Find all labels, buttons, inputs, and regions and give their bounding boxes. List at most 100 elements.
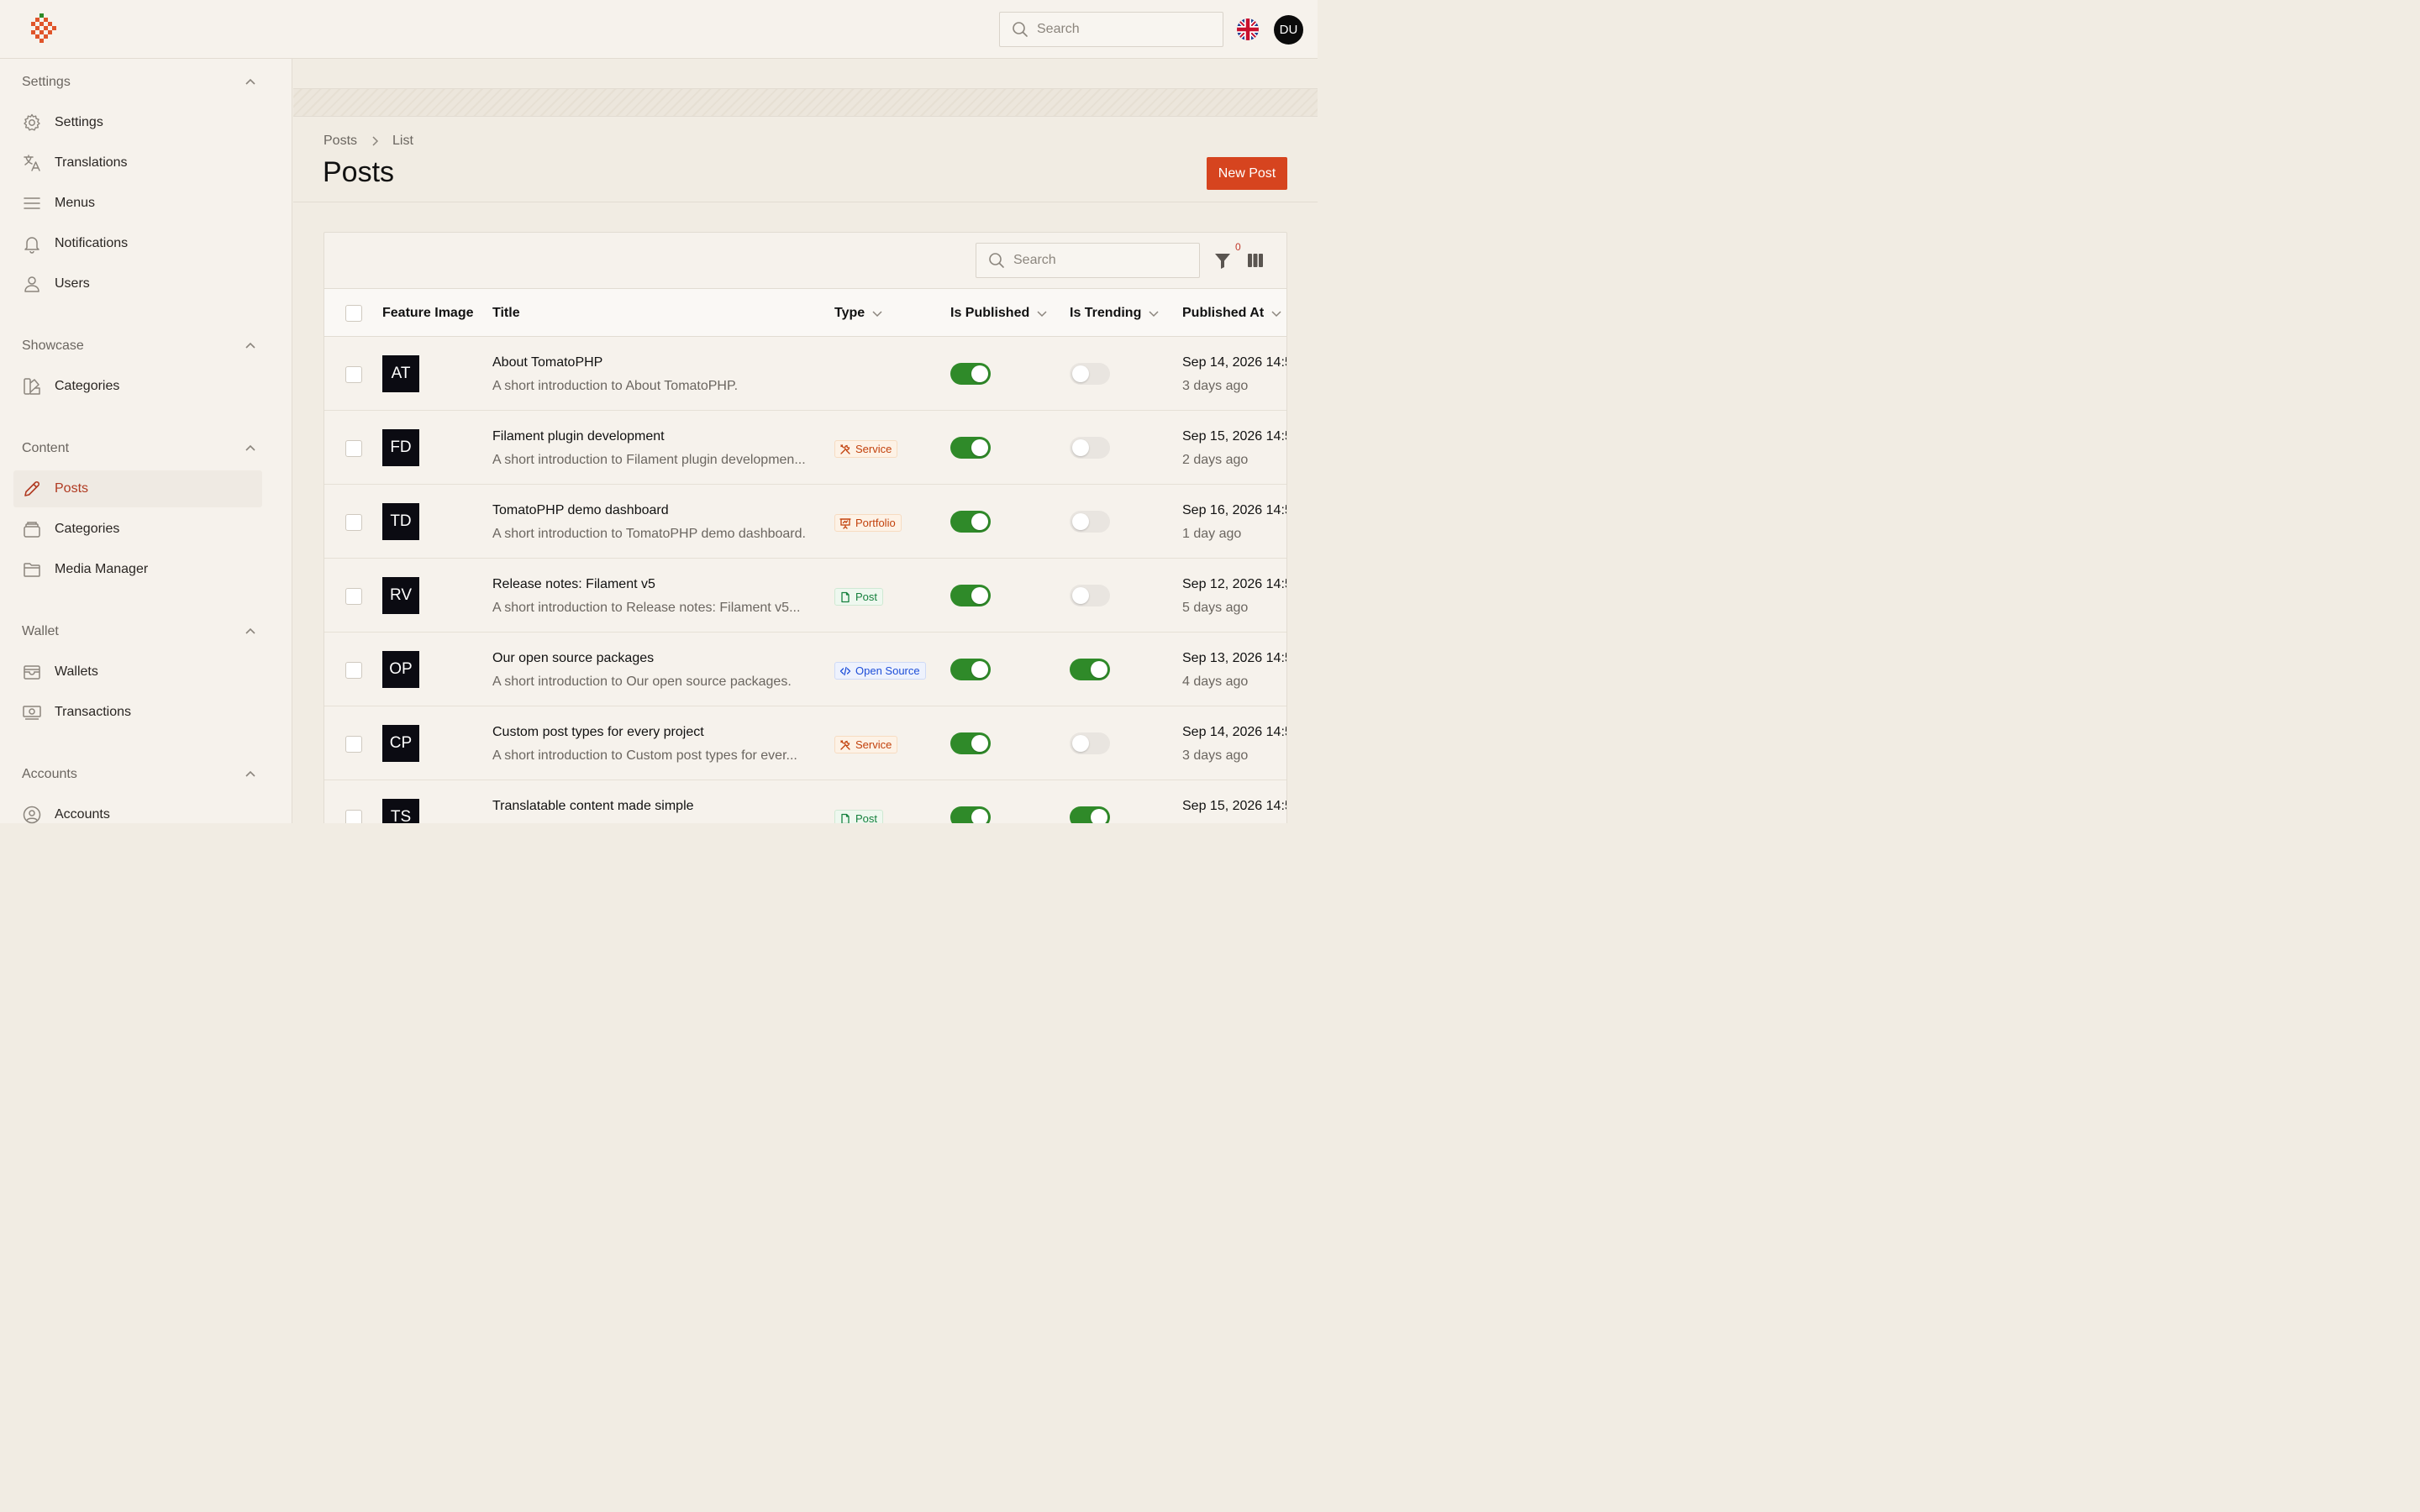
sidebar-item-wallets[interactable]: Wallets [13, 654, 262, 690]
global-search-input[interactable]: Search [999, 12, 1223, 47]
post-title[interactable]: Translatable content made simple [492, 799, 694, 814]
sidebar-group-label: Wallet [22, 624, 59, 638]
toggle-knob [971, 735, 988, 752]
table-row[interactable]: FD Filament plugin development A short int… [324, 411, 1286, 485]
sidebar-group-wallet[interactable]: Wallet [22, 622, 257, 642]
banknote-icon [23, 706, 41, 720]
row-checkbox[interactable] [345, 662, 362, 679]
table-row[interactable]: OP Our open source packages A short introd… [324, 633, 1287, 706]
is-published-toggle[interactable] [950, 511, 991, 533]
is-trending-toggle[interactable] [1070, 511, 1110, 533]
topbar: Search DU [0, 0, 1318, 59]
sidebar-item-settings[interactable]: Settings [13, 104, 262, 141]
is-trending-toggle[interactable] [1070, 806, 1110, 823]
chevron-up-icon[interactable] [244, 76, 257, 89]
chevron-up-icon[interactable] [244, 442, 257, 455]
published-at-relative: 1 day ago [1182, 527, 1242, 541]
row-checkbox[interactable] [345, 736, 362, 753]
table-row[interactable]: TD TomatoPHP demo dashboard A short introd… [324, 485, 1286, 559]
sidebar-item-notifications[interactable]: Notifications [13, 225, 262, 262]
sidebar-item-users[interactable]: Users [13, 265, 262, 302]
filter-count-badge: 0 [1235, 241, 1241, 253]
row-checkbox[interactable] [345, 588, 362, 605]
menu-lines-icon [24, 197, 40, 209]
post-title[interactable]: About TomatoPHP [492, 355, 602, 370]
is-trending-toggle[interactable] [1070, 732, 1110, 754]
toggle-knob [1072, 587, 1089, 604]
is-trending-toggle[interactable] [1070, 437, 1110, 459]
sidebar-group-accounts[interactable]: Accounts [22, 764, 257, 785]
sidebar-group-content[interactable]: Content [22, 438, 257, 459]
sidebar-item-label: Media Manager [55, 562, 149, 576]
is-published-toggle[interactable] [950, 732, 991, 754]
is-published-toggle[interactable] [950, 363, 991, 385]
row-checkbox[interactable] [345, 514, 362, 531]
toggle-knob [1091, 661, 1107, 678]
table-row[interactable]: RV Release notes: Filament v5 A short intr… [324, 559, 1286, 633]
sidebar-item-posts[interactable]: Posts [13, 470, 262, 507]
new-post-button[interactable]: New Post [1207, 157, 1287, 190]
is-published-toggle[interactable] [950, 659, 991, 680]
column-header-published-at[interactable]: Published At [1182, 306, 1282, 321]
row-checkbox[interactable] [345, 366, 362, 383]
chevron-up-icon[interactable] [244, 339, 257, 353]
row-checkbox[interactable] [345, 440, 362, 457]
sidebar-item-menus[interactable]: Menus [13, 185, 262, 222]
published-at-relative: 4 days ago [1182, 675, 1249, 689]
table-search-input[interactable]: Search [976, 243, 1200, 278]
sidebar-item-translations[interactable]: Translations [13, 144, 262, 181]
columns-toggle-icon[interactable] [1246, 251, 1265, 270]
user-avatar[interactable]: DU [1274, 15, 1303, 45]
table-row[interactable]: TS Translatable content made simple Post Se… [324, 780, 1286, 823]
published-at-date: Sep 13, 2026 14:5 [1182, 651, 1287, 665]
post-subtitle: A short introduction to Release notes: F… [492, 601, 801, 615]
cog-icon [24, 113, 40, 131]
breadcrumb-posts-link[interactable]: Posts [324, 134, 357, 149]
sidebar: Settings Settings Translations Menus Not… [0, 59, 292, 824]
page-title: Posts [323, 156, 395, 188]
sidebar-item-accounts[interactable]: Accounts [13, 796, 262, 833]
post-title[interactable]: Release notes: Filament v5 [492, 577, 655, 592]
column-header-type[interactable]: Type [834, 306, 883, 321]
is-published-toggle[interactable] [950, 585, 991, 606]
sidebar-item-label: Notifications [55, 236, 129, 250]
table-search-placeholder: Search [1013, 253, 1056, 267]
user-circle-icon [23, 806, 41, 824]
chevron-down-icon [872, 311, 882, 318]
language-switch-icon[interactable] [1237, 18, 1259, 40]
sidebar-item-content-categories[interactable]: Categories [13, 511, 262, 548]
is-trending-toggle[interactable] [1070, 585, 1110, 606]
post-title[interactable]: Our open source packages [492, 651, 654, 666]
column-header-is-trending[interactable]: Is Trending [1070, 306, 1160, 321]
sidebar-group-label: Content [22, 441, 70, 455]
chevron-up-icon[interactable] [244, 625, 257, 638]
feature-image-thumbnail: TS [382, 799, 419, 823]
select-all-checkbox[interactable] [345, 305, 362, 322]
sidebar-group-settings[interactable]: Settings [22, 72, 257, 92]
table-row[interactable]: AT About TomatoPHP A short introduction to… [324, 337, 1286, 411]
chevron-up-icon[interactable] [244, 768, 257, 781]
row-checkbox[interactable] [345, 810, 362, 823]
sidebar-group-showcase[interactable]: Showcase [22, 336, 257, 356]
table-row[interactable]: CP Custom post types for every project A s… [324, 706, 1286, 780]
sidebar-item-showcase-categories[interactable]: Categories [13, 368, 262, 405]
is-trending-toggle[interactable] [1070, 659, 1110, 680]
is-published-toggle[interactable] [950, 437, 991, 459]
column-header-is-published[interactable]: Is Published [950, 306, 1048, 321]
chevron-down-icon [1149, 311, 1159, 318]
filter-icon[interactable] [1213, 251, 1232, 270]
bell-icon [24, 237, 39, 254]
post-subtitle: A short introduction to TomatoPHP demo d… [492, 527, 806, 541]
post-title[interactable]: Filament plugin development [492, 429, 665, 444]
feature-image-thumbnail: FD [382, 429, 419, 466]
post-title[interactable]: Custom post types for every project [492, 725, 704, 740]
sidebar-item-transactions[interactable]: Transactions [13, 694, 262, 731]
chevron-right-icon [372, 136, 379, 146]
type-badge: Post [834, 810, 884, 823]
sidebar-item-media-manager[interactable]: Media Manager [13, 551, 262, 588]
brand-logo-icon[interactable] [30, 13, 57, 45]
translate-icon [24, 155, 40, 171]
is-trending-toggle[interactable] [1070, 363, 1110, 385]
post-title[interactable]: TomatoPHP demo dashboard [492, 503, 669, 518]
is-published-toggle[interactable] [950, 806, 991, 823]
